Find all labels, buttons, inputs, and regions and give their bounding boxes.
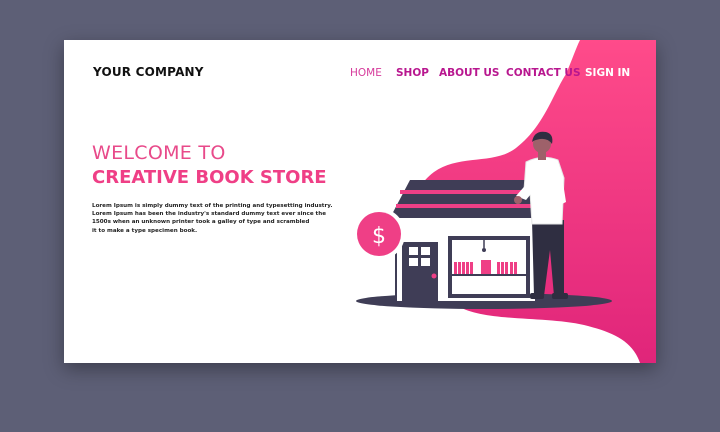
dollar-symbol: $ xyxy=(372,224,386,249)
dollar-coin-icon: $ xyxy=(353,208,405,260)
landing-page-card: YOUR COMPANY HOME SHOP ABOUT US CONTACT … xyxy=(64,40,656,363)
bookstore-illustration: $ xyxy=(353,131,612,309)
shop-door xyxy=(402,242,438,302)
books-on-shelf xyxy=(454,260,517,274)
